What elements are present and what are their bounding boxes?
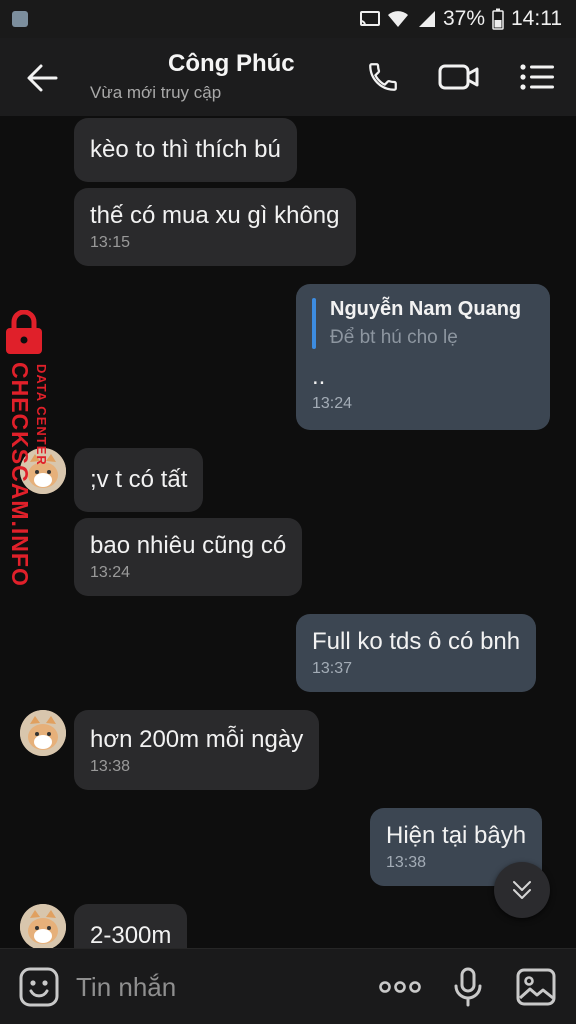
signal-icon [418,11,435,27]
battery-percent: 37% [442,7,485,30]
message-time: 13:37 [312,660,353,677]
contact-name[interactable]: Công Phúc [168,50,295,78]
avatar[interactable] [20,710,66,756]
menu-button[interactable] [516,56,558,98]
message-bubble-incoming[interactable]: hơn 200m mỗi ngày 13:38 [74,710,320,790]
message-bubble-incoming[interactable]: bao nhiêu cũng có 13:24 [74,518,303,596]
message-bubble-incoming[interactable]: thế có mua xu gì không 13:15 [74,188,356,266]
message-text: .. [312,363,326,390]
microphone-icon [454,967,482,1007]
image-icon [516,968,556,1006]
more-options-button[interactable] [378,965,422,1009]
app-notification-icon [12,11,28,27]
emoji-button[interactable] [18,966,60,1008]
chat-header: Công Phúc Vừa mới truy cập [0,38,576,116]
status-bar: 37% 14:11 [0,0,576,38]
watermark: DATA CENTER CHECKSCAM.INFO [2,310,68,590]
arrow-left-icon [27,64,58,92]
message-text: hơn 200m mỗi ngày [90,726,304,753]
chevron-double-down-icon [513,881,531,899]
list-menu-icon [520,64,554,90]
call-button[interactable] [362,56,404,98]
message-time: 13:24 [90,564,131,581]
wifi-icon [387,11,408,27]
scroll-to-bottom-button[interactable] [494,862,550,918]
message-bubble-incoming[interactable]: 2-300m [74,904,188,948]
image-picker-button[interactable] [514,965,558,1009]
quote-bar [312,298,316,349]
clock: 14:11 [511,7,562,30]
cast-icon [359,11,380,26]
message-bubble-outgoing-reply[interactable]: Nguyễn Nam Quang Để bt hú cho lẹ .. 13:2… [296,284,550,430]
message-time: 13:38 [90,758,131,775]
avatar[interactable] [20,904,66,948]
message-time: 13:15 [90,234,131,251]
message-input[interactable] [74,963,358,1011]
message-bubble-incoming[interactable]: kèo to thì thích bú [74,118,297,182]
message-composer [0,948,576,1024]
back-button[interactable] [22,58,62,98]
message-list[interactable]: kèo to thì thích bú thế có mua xu gì khô… [0,116,576,948]
quote-sender: Nguyễn Nam Quang [330,298,522,320]
reply-quote[interactable]: Nguyễn Nam Quang Để bt hú cho lẹ [312,298,534,349]
message-time: 13:24 [312,395,353,412]
watermark-line2: CHECKSCAM.INFO [7,362,33,587]
quote-text: Để bt hú cho lẹ [330,327,458,348]
message-text: bao nhiêu cũng có [90,532,287,559]
video-call-button[interactable] [438,56,480,98]
message-bubble-incoming[interactable]: ;v t có tất [74,448,204,512]
battery-icon [492,8,504,30]
message-text: 2-300m [90,922,172,948]
message-text: Hiện tại bâyh [386,822,527,849]
message-text: Full ko tds ô có bnh [312,628,521,655]
watermark-line1: DATA CENTER [34,364,49,466]
more-dots-icon [379,981,421,993]
cat-avatar-icon [20,904,66,948]
cat-avatar-icon [20,710,66,756]
phone-icon [369,63,397,91]
emoji-icon [19,967,59,1007]
message-text: thế có mua xu gì không [90,202,340,229]
padlock-logo-icon [6,310,42,354]
message-bubble-outgoing[interactable]: Full ko tds ô có bnh 13:37 [296,614,537,692]
message-text: kèo to thì thích bú [90,136,281,163]
video-camera-icon [438,64,479,90]
contact-status: Vừa mới truy cập [90,83,222,102]
voice-record-button[interactable] [446,965,490,1009]
message-text: ;v t có tất [90,466,188,493]
